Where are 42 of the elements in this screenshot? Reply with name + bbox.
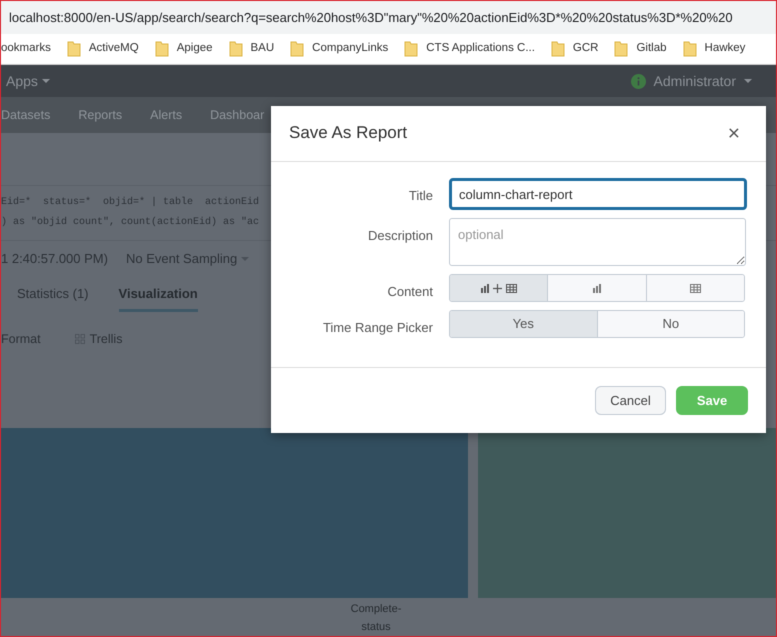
bookmark-link[interactable]: ookmarks	[1, 40, 51, 58]
folder-icon	[290, 41, 304, 58]
segmented-control[interactable]: Yes No	[449, 310, 745, 338]
field-label: Description	[366, 227, 433, 245]
segmented-control[interactable]	[449, 274, 745, 302]
axis-label: Complete-status	[350, 602, 402, 635]
cancel-button[interactable]: Cancel	[595, 386, 666, 415]
folder-icon	[550, 41, 565, 58]
field-label: Time Range Picker	[322, 319, 433, 337]
bookmark-link[interactable]: GCR	[572, 40, 598, 58]
bookmark-link[interactable]: Gitlab	[636, 40, 667, 58]
bookmark-link[interactable]: BAU	[250, 40, 274, 58]
bar-chart-icon	[480, 284, 489, 292]
folder-icon	[154, 41, 169, 58]
time-range-text: 1 2:40:57.000 PM)	[1, 250, 108, 268]
bookmark-link[interactable]: Hawkey	[704, 40, 746, 58]
table-icon	[506, 284, 517, 292]
folder-icon	[682, 41, 697, 58]
close-button[interactable]: ×	[724, 123, 744, 144]
content-option-button[interactable]	[646, 275, 744, 301]
field-label: Title	[408, 187, 433, 205]
bookmark-link[interactable]: Apigee	[176, 40, 213, 58]
info-icon	[630, 74, 646, 89]
bookmark-link[interactable]: CompanyLinks	[312, 40, 388, 58]
plus-icon	[492, 284, 502, 292]
caret-icon	[744, 79, 752, 84]
caret-icon	[42, 79, 50, 84]
bar-chart-icon	[592, 284, 601, 292]
table-icon	[690, 284, 701, 292]
folder-icon	[228, 41, 243, 58]
title-input[interactable]: column-chart-report	[449, 178, 747, 210]
folder-icon	[66, 41, 81, 58]
option-button[interactable]: No	[596, 311, 744, 337]
option-button[interactable]: Yes	[450, 311, 596, 337]
bookmark-link[interactable]: CTS Applications C...	[426, 40, 535, 58]
bookmark-link[interactable]: ActiveMQ	[88, 40, 139, 58]
dialog-title: Save As Report	[289, 123, 408, 144]
description-input[interactable]: optional	[449, 218, 746, 266]
folder-icon	[404, 41, 418, 58]
content-option-button[interactable]	[450, 275, 548, 301]
folder-icon	[614, 41, 628, 58]
field-label: Content	[386, 283, 433, 301]
